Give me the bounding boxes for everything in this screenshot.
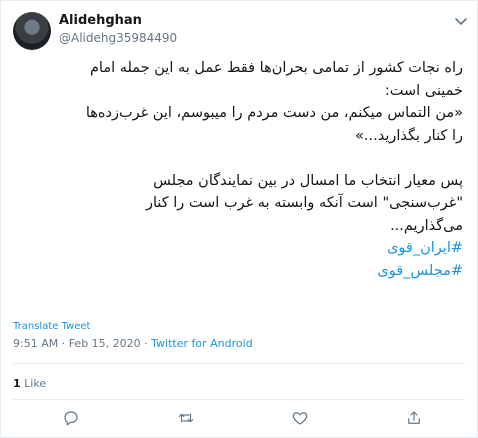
share-icon[interactable] <box>405 409 423 427</box>
translate-tweet-link[interactable]: Translate Tweet <box>13 321 90 332</box>
tweet-line: "غرب‌سنجی" است آنکه وابسته به غرب است را… <box>145 195 463 211</box>
tweet-line: «من التماس میکنم، من دست مردم را میبوسم،… <box>85 105 463 121</box>
likes-label: Like <box>24 377 47 390</box>
divider <box>13 363 465 364</box>
tweet-line: راه نجات کشور از تمامی بحران‌ها فقط عمل … <box>89 60 463 76</box>
tweet-line <box>15 147 463 170</box>
divider <box>13 399 465 400</box>
chevron-down-icon[interactable] <box>453 13 469 29</box>
user-handle[interactable]: @Alidehg35984490 <box>59 31 177 45</box>
tweet-text: راه نجات کشور از تمامی بحران‌ها فقط عمل … <box>15 57 463 282</box>
user-name[interactable]: Alidehghan <box>59 13 142 28</box>
retweet-icon[interactable] <box>177 409 195 427</box>
timestamp[interactable]: 9:51 AM · Feb 15, 2020 · <box>13 337 151 350</box>
heart-icon[interactable] <box>291 409 309 427</box>
tweet-line: می‌گذاریم... <box>390 217 463 234</box>
source-link[interactable]: Twitter for Android <box>151 337 253 350</box>
tweet-meta: 9:51 AM · Feb 15, 2020 · Twitter for And… <box>13 337 253 350</box>
likes-count[interactable]: 1 Like <box>13 377 46 390</box>
tweet-line: را کنار بگذارید...» <box>355 127 463 144</box>
action-bar <box>1 405 477 429</box>
reply-icon[interactable] <box>62 409 80 427</box>
tweet-line: پس معیار انتخاب ما امسال در بین نمایندگا… <box>153 172 463 189</box>
hashtag-link[interactable]: #ایران_قوی <box>15 237 463 260</box>
avatar[interactable] <box>13 12 51 50</box>
hashtag-link[interactable]: #مجلس_قوی <box>15 260 463 283</box>
likes-number: 1 <box>13 377 21 390</box>
tweet-line: خمینی است: <box>384 82 463 99</box>
tweet-card: Alidehghan @Alidehg35984490 راه نجات کشو… <box>0 0 478 438</box>
